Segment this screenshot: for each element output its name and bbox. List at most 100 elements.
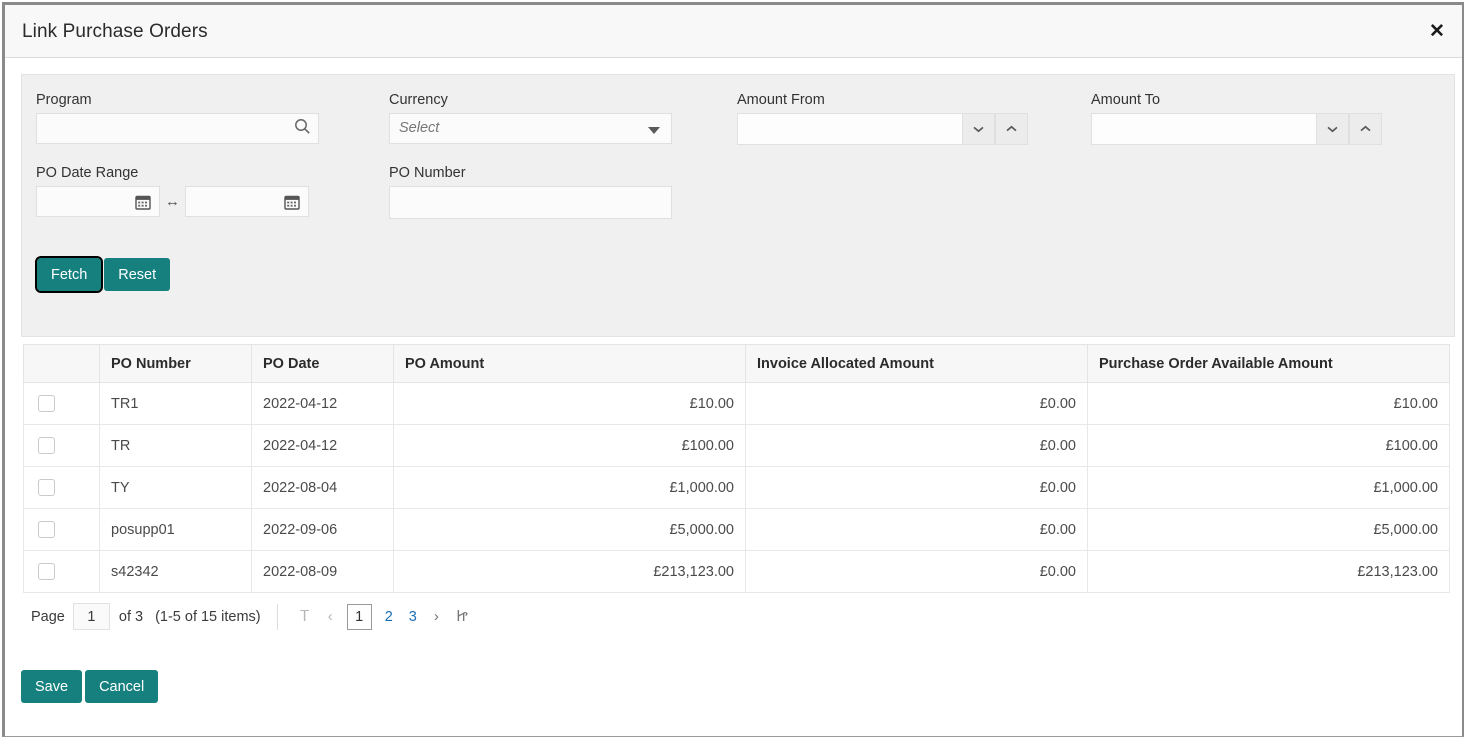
calendar-icon bbox=[284, 194, 300, 215]
table-row[interactable]: posupp012022-09-06£5,000.00£0.00£5,000.0… bbox=[24, 509, 1450, 551]
pagination-page-1[interactable]: 1 bbox=[347, 604, 372, 630]
table-row[interactable]: TY2022-08-04£1,000.00£0.00£1,000.00 bbox=[24, 467, 1450, 509]
cell-po-number: TY bbox=[100, 467, 252, 509]
cancel-button[interactable]: Cancel bbox=[85, 670, 158, 703]
cell-purchase-order-available-amount: £100.00 bbox=[1088, 425, 1450, 467]
row-select-cell bbox=[24, 551, 100, 593]
row-select-cell bbox=[24, 383, 100, 425]
cell-po-date: 2022-09-06 bbox=[252, 509, 394, 551]
po-number-label: PO Number bbox=[389, 165, 672, 181]
cell-invoice-allocated-amount: £0.00 bbox=[746, 551, 1088, 593]
po-number-input[interactable] bbox=[389, 186, 672, 219]
chevron-up-icon bbox=[1359, 125, 1372, 133]
row-checkbox[interactable] bbox=[38, 479, 55, 496]
pagination-items-text: (1-5 of 15 items) bbox=[155, 609, 261, 625]
cell-po-number: posupp01 bbox=[100, 509, 252, 551]
modal-titlebar: Link Purchase Orders ✕ bbox=[5, 5, 1462, 58]
amount-to-label: Amount To bbox=[1091, 92, 1382, 108]
currency-select[interactable]: Select bbox=[389, 113, 672, 144]
row-select-cell bbox=[24, 425, 100, 467]
po-date-from-input[interactable] bbox=[36, 186, 160, 217]
cell-purchase-order-available-amount: £5,000.00 bbox=[1088, 509, 1450, 551]
po-date-to-input[interactable] bbox=[185, 186, 309, 217]
amount-from-decrement-button[interactable] bbox=[962, 113, 995, 145]
program-label: Program bbox=[36, 92, 319, 108]
pagination-last-icon[interactable]: Ꮵ bbox=[448, 608, 477, 625]
chevron-up-icon bbox=[1005, 125, 1018, 133]
field-currency: Currency Select bbox=[389, 92, 672, 144]
cell-po-amount: £1,000.00 bbox=[394, 467, 746, 509]
cell-purchase-order-available-amount: £10.00 bbox=[1088, 383, 1450, 425]
pagination-first-icon[interactable]: Ꭲ bbox=[292, 608, 319, 625]
pagination-page-input[interactable] bbox=[73, 603, 110, 630]
pagination-prev-icon[interactable]: ‹ bbox=[319, 608, 342, 625]
pagination-next-icon[interactable]: › bbox=[425, 608, 448, 625]
pagination-page-3[interactable]: 3 bbox=[401, 609, 425, 625]
date-range-separator-icon: ↔ bbox=[165, 194, 180, 209]
chevron-down-icon bbox=[1326, 125, 1339, 133]
cell-po-amount: £10.00 bbox=[394, 383, 746, 425]
cell-invoice-allocated-amount: £0.00 bbox=[746, 425, 1088, 467]
amount-to-decrement-button[interactable] bbox=[1316, 113, 1349, 145]
chevron-down-icon bbox=[648, 127, 660, 134]
currency-select-placeholder: Select bbox=[399, 120, 439, 136]
cell-po-date: 2022-04-12 bbox=[252, 383, 394, 425]
chevron-down-icon bbox=[972, 125, 985, 133]
column-header-invoice-allocated-amount: Invoice Allocated Amount bbox=[746, 345, 1088, 383]
reset-button[interactable]: Reset bbox=[104, 258, 170, 291]
cell-po-amount: £5,000.00 bbox=[394, 509, 746, 551]
cell-purchase-order-available-amount: £213,123.00 bbox=[1088, 551, 1450, 593]
row-select-cell bbox=[24, 509, 100, 551]
save-button[interactable]: Save bbox=[21, 670, 82, 703]
cell-po-date: 2022-08-04 bbox=[252, 467, 394, 509]
currency-label: Currency bbox=[389, 92, 672, 108]
modal-footer: Save Cancel bbox=[21, 670, 158, 703]
pagination: Page of 3 (1-5 of 15 items) Ꭲ ‹ 1 2 3 › … bbox=[31, 603, 477, 630]
filter-panel: Program Currency Select Amount From bbox=[21, 74, 1455, 337]
pagination-page-2[interactable]: 2 bbox=[377, 609, 401, 625]
close-icon[interactable]: ✕ bbox=[1425, 20, 1449, 44]
row-checkbox[interactable] bbox=[38, 521, 55, 538]
column-header-purchase-order-available-amount: Purchase Order Available Amount bbox=[1088, 345, 1450, 383]
purchase-orders-table: PO Number PO Date PO Amount Invoice Allo… bbox=[23, 344, 1449, 593]
program-input[interactable] bbox=[36, 113, 319, 144]
link-purchase-orders-modal: Link Purchase Orders ✕ Program Currency … bbox=[2, 2, 1464, 737]
table-row[interactable]: TR2022-04-12£100.00£0.00£100.00 bbox=[24, 425, 1450, 467]
row-checkbox[interactable] bbox=[38, 437, 55, 454]
cell-purchase-order-available-amount: £1,000.00 bbox=[1088, 467, 1450, 509]
field-amount-to: Amount To bbox=[1091, 92, 1382, 145]
cell-po-amount: £213,123.00 bbox=[394, 551, 746, 593]
cell-po-number: TR bbox=[100, 425, 252, 467]
fetch-button[interactable]: Fetch bbox=[37, 258, 101, 291]
amount-to-increment-button[interactable] bbox=[1349, 113, 1382, 145]
cell-po-number: TR1 bbox=[100, 383, 252, 425]
amount-from-input[interactable] bbox=[737, 113, 962, 145]
po-date-range-label: PO Date Range bbox=[36, 165, 309, 181]
cell-invoice-allocated-amount: £0.00 bbox=[746, 509, 1088, 551]
pagination-divider bbox=[277, 604, 278, 630]
column-header-po-number: PO Number bbox=[100, 345, 252, 383]
table-body: TR12022-04-12£10.00£0.00£10.00TR2022-04-… bbox=[24, 383, 1450, 593]
cell-po-amount: £100.00 bbox=[394, 425, 746, 467]
field-po-date-range: PO Date Range ↔ bbox=[36, 165, 309, 217]
row-select-cell bbox=[24, 467, 100, 509]
amount-from-increment-button[interactable] bbox=[995, 113, 1028, 145]
row-checkbox[interactable] bbox=[38, 563, 55, 580]
table-row[interactable]: TR12022-04-12£10.00£0.00£10.00 bbox=[24, 383, 1450, 425]
column-header-select bbox=[24, 345, 100, 383]
page-title: Link Purchase Orders bbox=[22, 21, 208, 43]
row-checkbox[interactable] bbox=[38, 395, 55, 412]
column-header-po-date: PO Date bbox=[252, 345, 394, 383]
cell-po-date: 2022-04-12 bbox=[252, 425, 394, 467]
cell-po-number: s42342 bbox=[100, 551, 252, 593]
field-amount-from: Amount From bbox=[737, 92, 1028, 145]
pagination-page-label: Page bbox=[31, 609, 65, 625]
table-header-row: PO Number PO Date PO Amount Invoice Allo… bbox=[24, 345, 1450, 383]
table-row[interactable]: s423422022-08-09£213,123.00£0.00£213,123… bbox=[24, 551, 1450, 593]
pagination-of-text: of 3 bbox=[119, 609, 143, 625]
amount-to-input[interactable] bbox=[1091, 113, 1316, 145]
cell-po-date: 2022-08-09 bbox=[252, 551, 394, 593]
amount-from-label: Amount From bbox=[737, 92, 1028, 108]
filter-actions: Fetch Reset bbox=[37, 258, 170, 291]
cell-invoice-allocated-amount: £0.00 bbox=[746, 383, 1088, 425]
